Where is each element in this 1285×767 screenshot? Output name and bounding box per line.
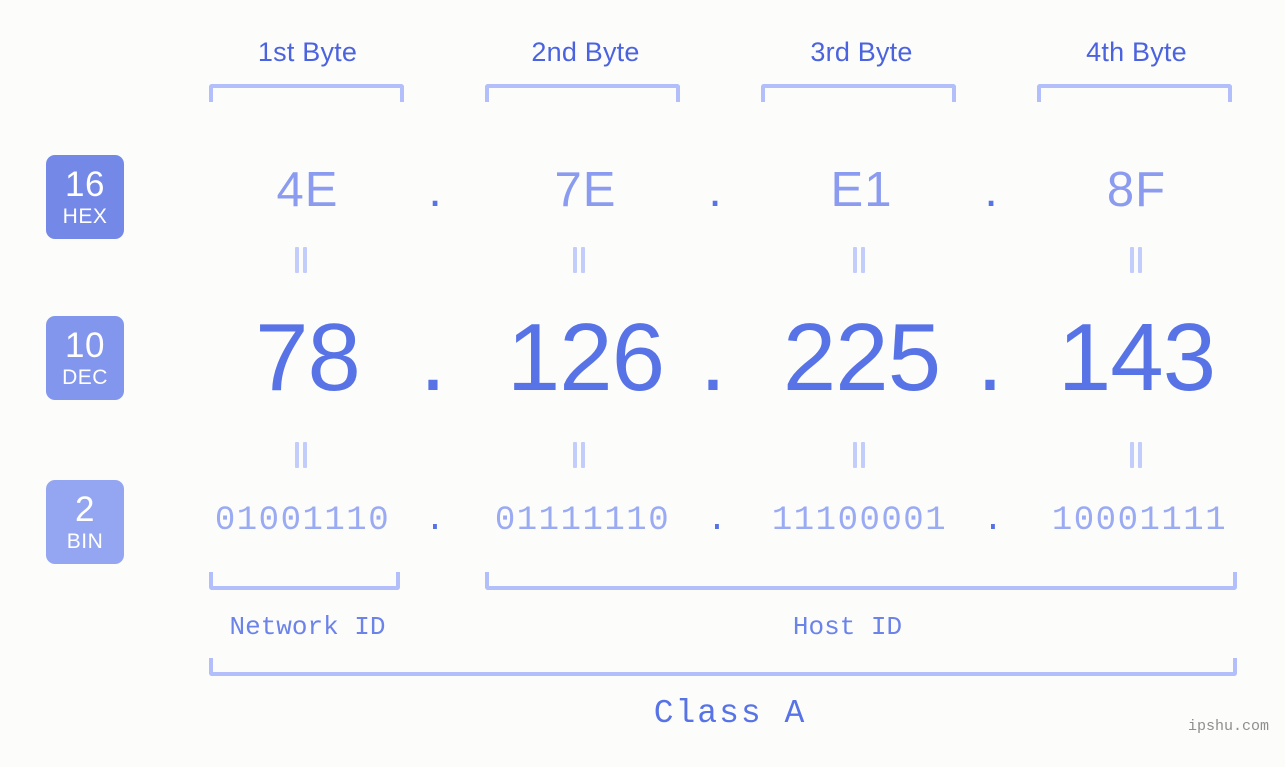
byte-bracket-top-2 bbox=[485, 84, 680, 102]
hex-byte-3: E1 bbox=[830, 163, 893, 217]
bin-separator-3: . bbox=[982, 502, 1004, 540]
equals-icon-dec-bin-3 bbox=[851, 442, 867, 468]
hex-row: 4E . 7E . E1 . 8F bbox=[0, 155, 1285, 225]
host-id-label: Host ID bbox=[792, 612, 903, 642]
class-label: Class A bbox=[653, 695, 807, 732]
byte-bracket-top-3 bbox=[761, 84, 956, 102]
equals-icon-dec-bin-1 bbox=[293, 442, 309, 468]
hex-separator-3: . bbox=[984, 163, 998, 217]
bin-byte-4: 10001111 bbox=[1051, 502, 1228, 540]
class-bracket bbox=[209, 658, 1237, 676]
hex-byte-4: 8F bbox=[1106, 163, 1167, 217]
hex-separator-1: . bbox=[428, 163, 442, 217]
byte-bracket-top-4 bbox=[1037, 84, 1232, 102]
byte-header-2: 2nd Byte bbox=[531, 37, 640, 67]
bin-byte-2: 01111110 bbox=[494, 502, 671, 540]
equals-icon-hex-dec-1 bbox=[293, 247, 309, 273]
bin-row: 01001110 . 01111110 . 11100001 . 1000111… bbox=[0, 492, 1285, 550]
bin-byte-3: 11100001 bbox=[771, 502, 948, 540]
watermark: ipshu.com bbox=[1187, 718, 1269, 735]
equals-icon-dec-bin-4 bbox=[1128, 442, 1144, 468]
byte-header-4: 4th Byte bbox=[1086, 37, 1187, 67]
dec-separator-1: . bbox=[419, 304, 447, 411]
equals-icon-hex-dec-2 bbox=[571, 247, 587, 273]
hex-byte-2: 7E bbox=[554, 163, 617, 217]
dec-byte-2: 126 bbox=[506, 304, 665, 411]
hex-byte-1: 4E bbox=[276, 163, 339, 217]
network-id-label: Network ID bbox=[229, 612, 386, 642]
bin-byte-1: 01001110 bbox=[214, 502, 391, 540]
dec-separator-3: . bbox=[976, 304, 1004, 411]
host-id-bracket bbox=[485, 572, 1237, 590]
hex-separator-2: . bbox=[708, 163, 722, 217]
byte-header-1: 1st Byte bbox=[257, 37, 358, 67]
equals-icon-hex-dec-3 bbox=[851, 247, 867, 273]
equals-icon-hex-dec-4 bbox=[1128, 247, 1144, 273]
byte-bracket-top-1 bbox=[209, 84, 404, 102]
network-id-bracket bbox=[209, 572, 400, 590]
equals-icon-dec-bin-2 bbox=[571, 442, 587, 468]
dec-byte-1: 78 bbox=[255, 304, 361, 411]
dec-row: 78 . 126 . 225 . 143 bbox=[0, 296, 1285, 420]
ip-breakdown-diagram: 1st Byte 2nd Byte 3rd Byte 4th Byte 16 H… bbox=[0, 0, 1285, 767]
bin-separator-1: . bbox=[424, 502, 446, 540]
dec-separator-2: . bbox=[699, 304, 727, 411]
byte-header-3: 3rd Byte bbox=[810, 37, 913, 67]
dec-byte-4: 143 bbox=[1057, 304, 1216, 411]
dec-byte-3: 225 bbox=[782, 304, 941, 411]
